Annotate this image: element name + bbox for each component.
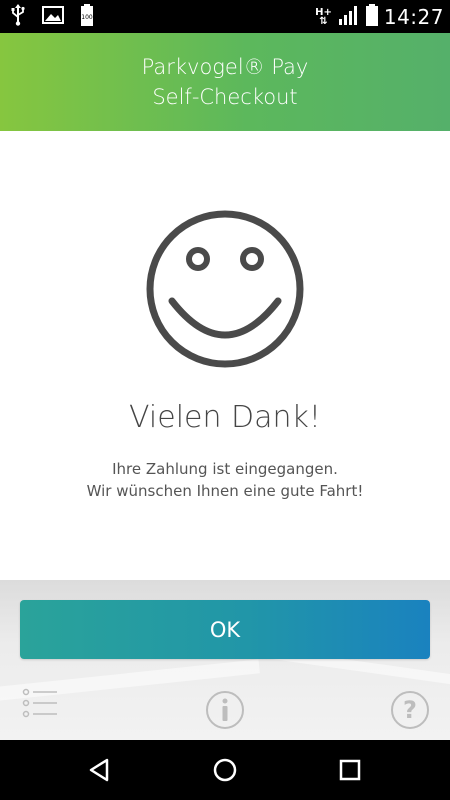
android-nav-bar xyxy=(0,740,450,800)
thank-you-heading: Vielen Dank! xyxy=(129,400,321,435)
battery-small-icon: 100 xyxy=(80,4,94,30)
bottom-area: OK ? xyxy=(0,580,450,740)
header-title: Parkvogel® Pay xyxy=(141,55,309,79)
svg-text:?: ? xyxy=(403,696,417,724)
status-time: 14:27 xyxy=(383,4,444,29)
payment-message-line1: Ihre Zahlung ist eingegangen. xyxy=(112,460,338,478)
confirmation-panel: Vielen Dank! Ihre Zahlung ist eingegange… xyxy=(0,131,450,580)
ok-button[interactable]: OK xyxy=(20,600,430,659)
home-icon[interactable] xyxy=(210,755,240,785)
payment-message-line2: Wir wünschen Ihnen eine gute Fahrt! xyxy=(86,482,364,500)
back-icon[interactable] xyxy=(85,755,115,785)
usb-icon xyxy=(10,4,26,30)
payment-message: Ihre Zahlung ist eingegangen. Wir wünsch… xyxy=(0,458,450,502)
hplus-data-icon: H+ ⇅ xyxy=(315,6,332,27)
svg-text:100: 100 xyxy=(81,14,93,21)
recents-icon[interactable] xyxy=(335,755,365,785)
info-icon[interactable] xyxy=(205,690,245,734)
image-icon xyxy=(42,6,64,28)
app-header: Parkvogel® Pay Self-Checkout xyxy=(0,33,450,131)
signal-icon xyxy=(338,5,360,29)
header-subtitle: Self-Checkout xyxy=(152,85,298,109)
menu-list-icon[interactable] xyxy=(22,687,58,723)
battery-icon xyxy=(365,3,378,30)
status-bar: 100 H+ ⇅ 14:27 xyxy=(0,0,450,33)
help-icon[interactable]: ? xyxy=(390,690,430,734)
smiley-icon xyxy=(146,210,304,368)
